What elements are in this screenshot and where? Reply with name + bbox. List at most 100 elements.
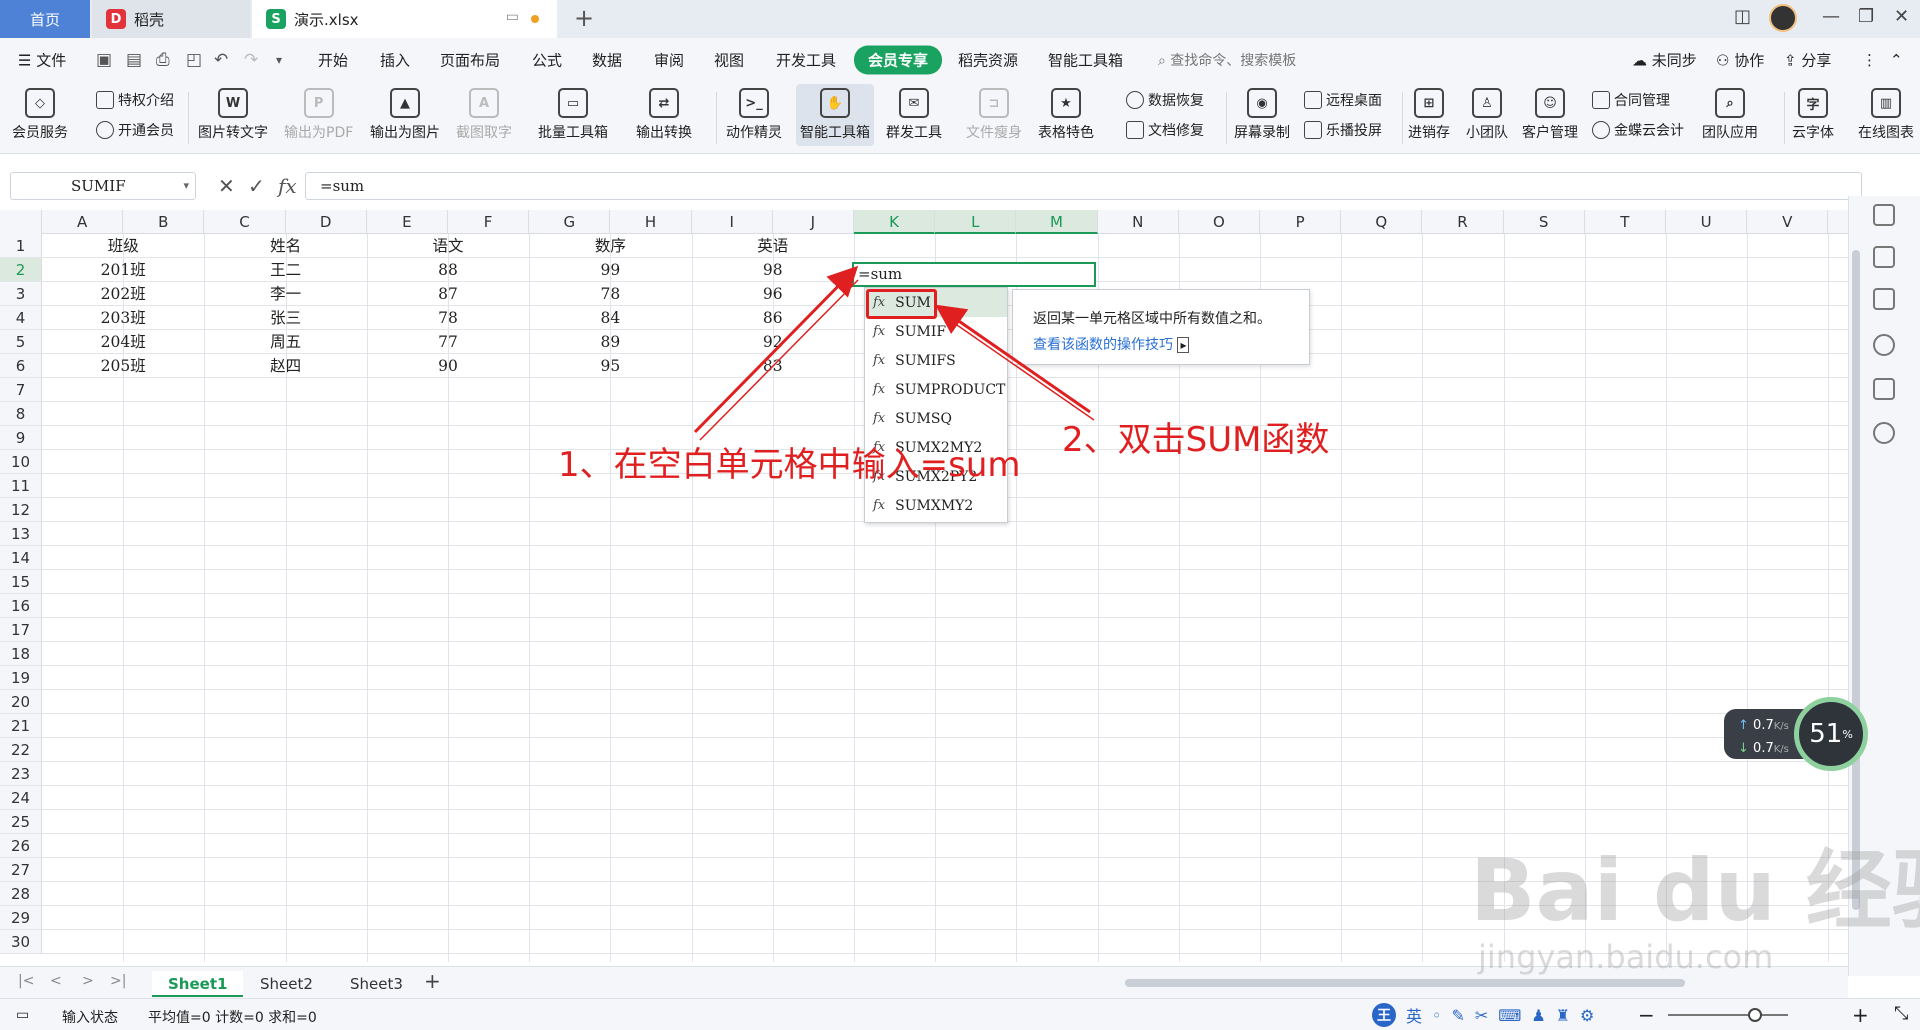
row-header-6[interactable]: 6 (0, 354, 42, 378)
settings-sliders-icon[interactable] (1873, 246, 1895, 268)
last-sheet-icon[interactable]: >| (110, 973, 126, 989)
cloud-font-button[interactable]: 字云字体 (1792, 88, 1834, 142)
row-header-25[interactable]: 25 (0, 810, 42, 834)
menu-page-layout[interactable]: 页面布局 (440, 50, 500, 71)
column-header-p[interactable]: P (1260, 210, 1342, 234)
punctuation-icon[interactable]: ◦ (1432, 1006, 1441, 1025)
autocomplete-item[interactable]: fx SUMSQ (865, 404, 1007, 433)
close-icon[interactable]: ✕ (1894, 6, 1909, 27)
data-cell[interactable]: 77 (367, 330, 529, 354)
row-header-7[interactable]: 7 (0, 378, 42, 402)
export-icon[interactable]: ▤ (126, 50, 142, 70)
zoom-in-icon[interactable]: + (1852, 1003, 1869, 1027)
column-header-b[interactable]: B (123, 210, 205, 234)
header-cell[interactable]: 班级 (42, 234, 204, 258)
data-cell[interactable]: 203班 (42, 306, 204, 330)
row-header-28[interactable]: 28 (0, 882, 42, 906)
quick-access-dropdown-icon[interactable]: ▾ (276, 53, 282, 67)
function-tooltip-link-row[interactable]: 查看该函数的操作技巧 ▸ (1033, 332, 1309, 358)
data-cell[interactable]: 90 (367, 354, 529, 378)
autocomplete-item[interactable]: fx SUMXMY2 (865, 491, 1007, 520)
autocomplete-item[interactable]: fx SUMPRODUCT (865, 375, 1007, 404)
data-cell[interactable]: 99 (529, 258, 691, 282)
small-team-button[interactable]: ♙ 小团队 (1466, 88, 1508, 142)
cursor-icon[interactable] (1873, 204, 1895, 226)
sidebar-toggle-icon[interactable]: ◫ (1734, 6, 1751, 27)
menu-developer[interactable]: 开发工具 (776, 50, 836, 71)
data-cell[interactable]: 87 (367, 282, 529, 306)
first-sheet-icon[interactable]: |< (18, 973, 34, 989)
name-box[interactable]: SUMIF ▾ (10, 172, 196, 200)
collaborate-button[interactable]: ⚇ 协作 (1716, 50, 1764, 71)
sheet-tab-2[interactable]: Sheet2 (244, 971, 329, 997)
shape-icon[interactable] (1873, 288, 1895, 310)
column-header-f[interactable]: F (448, 210, 530, 234)
data-cell[interactable]: 201班 (42, 258, 204, 282)
horizontal-scrollbar[interactable] (1125, 977, 1825, 989)
gear-icon[interactable]: ⚙ (1580, 1006, 1594, 1025)
doc-repair-button[interactable]: 文档修复 (1126, 120, 1204, 140)
data-cell[interactable]: 92 (692, 330, 854, 354)
image-to-text-button[interactable]: W 图片转文字 (198, 88, 268, 142)
avatar[interactable] (1769, 4, 1797, 32)
zoom-slider[interactable] (1668, 1014, 1788, 1016)
data-cell[interactable]: 95 (529, 354, 691, 378)
column-header-o[interactable]: O (1179, 210, 1260, 234)
data-cell[interactable]: 88 (367, 258, 529, 282)
row-header-21[interactable]: 21 (0, 714, 42, 738)
column-header-k[interactable]: K (854, 210, 936, 234)
column-header-c[interactable]: C (204, 210, 286, 234)
export-pdf-button[interactable]: P 输出为PDF (284, 88, 353, 142)
data-cell[interactable]: 202班 (42, 282, 204, 306)
shirt-icon[interactable]: ♜ (1556, 1006, 1570, 1025)
status-mode-icon[interactable]: ▭ (16, 1007, 29, 1023)
preview-icon[interactable]: ◰ (186, 50, 202, 70)
remote-desktop-button[interactable]: 远程桌面 (1304, 90, 1382, 110)
chevron-down-icon[interactable]: ▾ (183, 173, 189, 199)
online-chart-button[interactable]: ▥ 在线图表 (1854, 88, 1918, 142)
redo-icon[interactable]: ↷ (244, 50, 258, 70)
mass-tools-button[interactable]: ✉ 群发工具 (886, 88, 942, 142)
backup-icon[interactable] (1873, 378, 1895, 400)
header-cell[interactable]: 语文 (367, 234, 529, 258)
print-icon[interactable]: ⎙ (156, 50, 170, 70)
action-wizard-button[interactable]: >_ 动作精灵 (726, 88, 782, 142)
cancel-icon[interactable]: ✕ (218, 174, 235, 198)
row-header-27[interactable]: 27 (0, 858, 42, 882)
sync-status[interactable]: ☁ 未同步 (1632, 50, 1697, 71)
formula-input[interactable]: =sum (305, 172, 1862, 200)
scissors-icon[interactable]: ✂ (1475, 1006, 1488, 1025)
active-cell-k2[interactable]: =sum (852, 262, 1096, 287)
menu-insert[interactable]: 插入 (380, 50, 410, 71)
collapse-ribbon-icon[interactable]: ⌃ (1890, 51, 1903, 69)
menu-view[interactable]: 视图 (714, 50, 744, 71)
insert-function-icon[interactable]: fx (278, 174, 297, 198)
header-cell[interactable]: 英语 (692, 234, 854, 258)
tab-home[interactable]: 首页 (0, 0, 90, 38)
autocomplete-item[interactable]: fx SUMIFS (865, 346, 1007, 375)
data-cell[interactable]: 84 (529, 306, 691, 330)
tab-file-xlsx[interactable]: S 演示.xlsx ▭ (252, 0, 557, 38)
kingdee-button[interactable]: 金蝶云会计 (1592, 120, 1684, 140)
help-icon[interactable] (1873, 334, 1895, 356)
autocomplete-item[interactable]: fx SUMIF (865, 317, 1007, 346)
row-header-24[interactable]: 24 (0, 786, 42, 810)
confirm-icon[interactable]: ✓ (248, 174, 265, 198)
data-cell[interactable]: 李一 (204, 282, 366, 306)
pen-icon[interactable]: ✎ (1451, 1006, 1464, 1025)
output-convert-button[interactable]: ⇄ 输出转换 (636, 88, 692, 142)
row-header-17[interactable]: 17 (0, 618, 42, 642)
sheet-tab-3[interactable]: Sheet3 (334, 971, 419, 997)
row-header-4[interactable]: 4 (0, 306, 42, 330)
data-cell[interactable]: 赵四 (204, 354, 366, 378)
column-header-a[interactable]: A (42, 210, 124, 234)
ime-language[interactable]: 英 (1406, 1003, 1422, 1027)
column-header-m[interactable]: M (1016, 210, 1098, 234)
data-cell[interactable]: 86 (692, 306, 854, 330)
sheet-tab-1[interactable]: Sheet1 (152, 971, 244, 997)
column-header-t[interactable]: T (1585, 210, 1666, 234)
menu-smart-toolbox[interactable]: 智能工具箱 (1048, 50, 1123, 71)
zoom-out-icon[interactable]: − (1638, 1003, 1655, 1027)
tab-daoke[interactable]: D 稻壳 (92, 0, 250, 38)
file-menu[interactable]: ☰ 文件 (18, 50, 66, 71)
